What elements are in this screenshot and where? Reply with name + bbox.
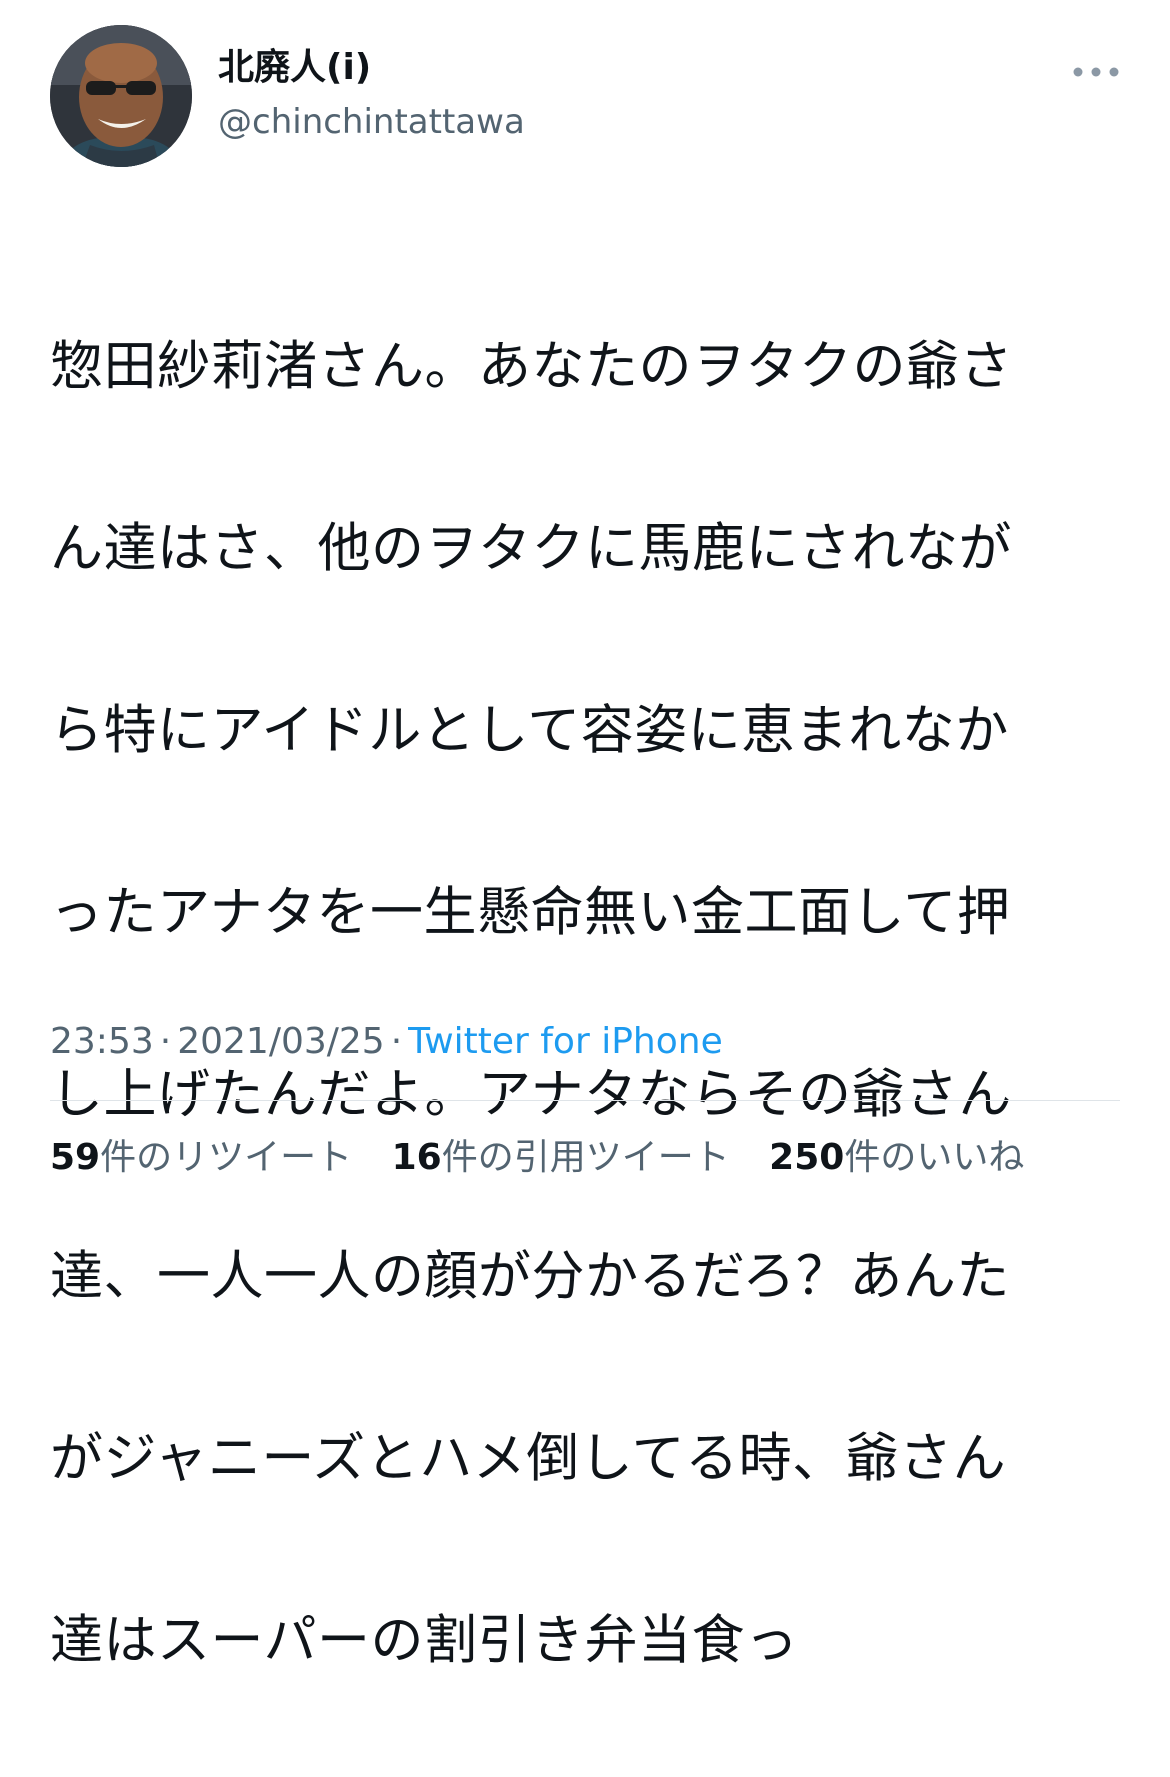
retweets-stat[interactable]: 59件のリツイート (50, 1132, 352, 1184)
more-dots-icon (1073, 67, 1119, 77)
tweet-date[interactable]: 2021/03/25 (177, 1021, 385, 1062)
tweet-time[interactable]: 23:53 (50, 1021, 154, 1062)
meta-separator: · (159, 1021, 172, 1062)
tweet-text: 惣田紗莉渚さん。あなたのヲタクの爺さ ん達はさ、他のヲタクに馬鹿にされなが ら特… (50, 230, 1120, 1777)
more-options-button[interactable] (1066, 54, 1126, 90)
tweet-meta: 23:53 · 2021/03/25 · Twitter for iPhone (50, 1018, 723, 1066)
tweet-text-line: 惣田紗莉渚さん。あなたのヲタクの爺さ (50, 336, 1013, 397)
likes-count: 250 (769, 1137, 845, 1178)
tweet-source-link[interactable]: Twitter for iPhone (408, 1021, 723, 1062)
user-handle[interactable]: @chinchintattawa (218, 100, 525, 144)
tweet-text-line: ったアナタを一生懸命無い金工面して押 (50, 882, 1011, 943)
retweets-label: 件のリツイート (100, 1137, 353, 1178)
tweet-text-line: 達、一人一人の顔が分かるだろ？あんた (50, 1246, 1010, 1307)
tweet-text-line: ん達はさ、他のヲタクに馬鹿にされなが (50, 518, 1012, 579)
meta-separator: · (390, 1021, 403, 1062)
retweets-count: 59 (50, 1137, 101, 1178)
quotes-stat[interactable]: 16件の引用ツイート (392, 1132, 730, 1184)
quotes-label: 件の引用ツイート (441, 1137, 730, 1178)
profile-photo-icon (50, 25, 192, 167)
tweet-text-line: がジャニーズとハメ倒してる時、爺さん (50, 1428, 1007, 1489)
likes-label: 件のいいね (844, 1137, 1025, 1178)
tweet-text-line: ら特にアイドルとして容姿に恵まれなか (50, 700, 1009, 761)
quotes-count: 16 (391, 1137, 442, 1178)
avatar[interactable] (50, 25, 192, 167)
tweet-detail: 北廃人(i) @chinchintattawa 惣田紗莉渚さん。あなたのヲタクの… (0, 0, 1170, 1671)
tweet-text-line: 達はスーパーの割引き弁当食っ (50, 1610, 799, 1671)
divider (50, 1100, 1120, 1101)
likes-stat[interactable]: 250件のいいね (769, 1132, 1024, 1184)
display-name[interactable]: 北廃人(i) (218, 46, 371, 90)
tweet-stats: 59件のリツイート 16件の引用ツイート 250件のいいね (50, 1132, 1052, 1184)
